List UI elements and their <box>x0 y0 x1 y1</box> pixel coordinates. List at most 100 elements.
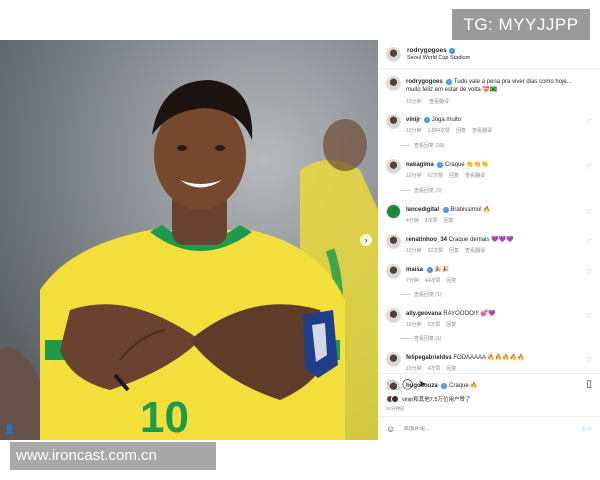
comment-time: 7分钟 <box>406 278 419 284</box>
caption-text: rodrygogoes ✓ Tudo vale a pena pra viver… <box>406 78 578 94</box>
liker-avatar <box>391 395 399 403</box>
comment-username[interactable]: lancedigital <box>406 207 439 213</box>
verified-icon: ✓ <box>424 117 431 123</box>
view-replies-link[interactable]: 查看回复 (3) <box>414 187 442 194</box>
comment-time: 4分钟 <box>406 218 419 224</box>
comment-likes[interactable]: 44次赞 <box>425 278 441 284</box>
comment-translate-link[interactable]: 查看翻译 <box>465 248 485 254</box>
caption-avatar[interactable] <box>386 76 401 91</box>
heart-icon[interactable]: ♡ <box>586 356 592 364</box>
post-side-panel: rodrygogoes ✓ Seoul World Cup Stadium ro… <box>378 40 600 440</box>
likes-text[interactable]: vinijr和其他7.5万位用户赞了 <box>402 395 470 403</box>
comment-body: RAYOOOO!!! 💕💜 <box>443 311 496 317</box>
heart-icon[interactable]: ♡ <box>586 268 592 276</box>
heart-icon[interactable]: ♡ <box>586 163 592 171</box>
post-photo[interactable]: 10 👤 › <box>0 40 378 440</box>
caption-translate-link[interactable]: 查看翻译 <box>429 99 449 105</box>
comment-time: 10分钟 <box>406 366 422 372</box>
comment-text: maisa ✓ 🎉🎉 <box>406 266 578 274</box>
comment-meta: 10分钟 1,894次赞 回复 查看翻译 <box>406 127 498 134</box>
view-replies-link[interactable]: 查看回复 (1) <box>414 335 442 342</box>
comment-reply-link[interactable]: 回复 <box>444 218 454 224</box>
comment-likes[interactable]: 4次赞 <box>425 218 438 224</box>
comment-text: vinijr ✓ Joga muito <box>406 116 578 124</box>
user-tag-icon[interactable]: 👤 <box>4 423 16 435</box>
player-photo-illustration: 10 <box>0 40 378 440</box>
comment-translate-link[interactable]: 查看翻译 <box>465 173 485 179</box>
add-comment-bar: ☺ 发布 <box>378 417 600 440</box>
next-image-icon[interactable]: › <box>360 234 372 246</box>
comment-item: lancedigital ✓ Brabissimo! 🔥 4分钟 4次赞 回复 ♡ <box>386 204 592 230</box>
comment-text: nakagima ✓ Craque 👏👏👏 <box>406 161 578 169</box>
heart-icon[interactable]: ♡ <box>586 208 592 216</box>
post-comment-button[interactable]: 发布 <box>581 425 592 433</box>
comment-meta: 10分钟 4次赞 回复 <box>406 365 462 372</box>
caption-comment: rodrygogoes ✓ Tudo vale a pena pra viver… <box>386 76 592 106</box>
comment-likes[interactable]: 22次赞 <box>428 248 444 254</box>
comment-body: Joga muito <box>431 117 462 123</box>
comment-username[interactable]: felipegabrieldss <box>406 355 452 361</box>
comment-likes[interactable]: 67次赞 <box>428 173 444 179</box>
jersey-number-10: 10 <box>140 393 189 440</box>
view-replies-link[interactable]: 查看回复 (1) <box>414 291 442 298</box>
caption-meta: 10分钟 查看翻译 <box>406 98 455 105</box>
verified-icon: ✓ <box>426 267 433 273</box>
comment-time: 10分钟 <box>406 322 422 328</box>
header-divider <box>378 68 600 69</box>
bookmark-icon[interactable]: ▯ <box>586 379 592 390</box>
comment-username[interactable]: nakagima <box>406 162 434 168</box>
comment-icon[interactable]: ◯ <box>402 379 413 390</box>
comment-reply-link[interactable]: 回复 <box>449 248 459 254</box>
likes-summary[interactable]: vinijr和其他7.5万位用户赞了 <box>386 395 470 403</box>
comment-item: vinijr ✓ Joga muito 10分钟 1,894次赞 回复 查看翻译 查看… <box>386 114 592 154</box>
comment-body: 🎉🎉 <box>434 267 450 273</box>
share-icon[interactable]: ➤ <box>418 379 426 390</box>
add-comment-input[interactable] <box>403 425 554 432</box>
comment-text: ally.geovana RAYOOOO!!! 💕💜 <box>406 310 578 318</box>
caption-username[interactable]: rodrygogoes <box>406 79 443 85</box>
comment-avatar[interactable] <box>386 204 401 219</box>
comment-time: 10分钟 <box>406 128 422 134</box>
comment-likes[interactable]: 1,894次赞 <box>428 128 451 134</box>
comment-username[interactable]: ally.geovana <box>406 311 442 317</box>
comment-reply-link[interactable]: 回复 <box>446 278 456 284</box>
emoji-icon[interactable]: ☺ <box>386 424 395 434</box>
view-replies-link[interactable]: 查看回复 (39) <box>414 142 444 149</box>
author-username[interactable]: rodrygogoes <box>407 47 447 54</box>
comment-reply-link[interactable]: 回复 <box>446 366 456 372</box>
comment-meta: 7分钟 44次赞 回复 <box>406 277 462 284</box>
comment-likes[interactable]: 4次赞 <box>428 366 441 372</box>
comment-item: ally.geovana RAYOOOO!!! 💕💜 10分钟 5次赞 回复 查看回… <box>386 308 592 346</box>
comment-username[interactable]: maisa <box>406 267 423 273</box>
actions-divider <box>378 373 600 374</box>
site-watermark: www.ironcast.com.cn <box>10 442 216 470</box>
comment-avatar[interactable] <box>386 159 401 174</box>
comment-item: maisa ✓ 🎉🎉 7分钟 44次赞 回复 查看回复 (1) ♡ <box>386 264 592 302</box>
comment-avatar[interactable] <box>386 352 401 367</box>
comment-likes[interactable]: 5次赞 <box>428 322 441 328</box>
comment-avatar[interactable] <box>386 234 401 249</box>
post-date: 10分钟前 <box>386 406 405 411</box>
verified-icon: ✓ <box>448 47 455 54</box>
comment-reply-link[interactable]: 回复 <box>456 128 466 134</box>
heart-icon[interactable]: ♡ <box>586 312 592 320</box>
heart-icon[interactable]: ♡ <box>586 118 592 126</box>
comment-meta: 4分钟 4次赞 回复 <box>406 217 460 224</box>
comment-text: lancedigital ✓ Brabissimo! 🔥 <box>406 206 578 214</box>
comment-translate-link[interactable]: 查看翻译 <box>472 128 492 134</box>
heart-icon[interactable]: ♡ <box>586 238 592 246</box>
comment-meta: 10分钟 22次赞 回复 查看翻译 <box>406 247 491 254</box>
comment-body: Craque 👏👏👏 <box>445 162 489 168</box>
comment-avatar[interactable] <box>386 114 401 129</box>
comment-reply-link[interactable]: 回复 <box>446 322 456 328</box>
post-location[interactable]: Seoul World Cup Stadium <box>407 55 470 61</box>
comment-text: renatinhoo_34 Craque demais 💜💜💜 <box>406 236 578 244</box>
heart-icon[interactable]: ♡ <box>386 379 395 390</box>
comment-username[interactable]: renatinhoo_34 <box>406 237 447 243</box>
comment-avatar[interactable] <box>386 308 401 323</box>
comment-reply-link[interactable]: 回复 <box>449 173 459 179</box>
comment-username[interactable]: vinijr <box>406 117 420 123</box>
comment-avatar[interactable] <box>386 264 401 279</box>
verified-icon: ✓ <box>446 79 453 85</box>
author-avatar[interactable] <box>386 46 401 62</box>
